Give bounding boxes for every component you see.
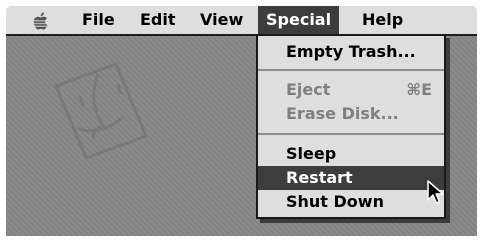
- menu-item-sleep[interactable]: Sleep: [258, 142, 444, 166]
- special-menu-dropdown: Empty Trash... Eject ⌘E Erase Disk... Sl…: [256, 34, 446, 219]
- menu-item-label: Restart: [286, 168, 353, 187]
- menu-view[interactable]: View: [194, 6, 249, 34]
- menu-special[interactable]: Special: [258, 6, 340, 34]
- menu-file[interactable]: File: [76, 6, 121, 34]
- menu-item-label: Sleep: [286, 144, 337, 163]
- menu-bar: File Edit View Special Help: [6, 6, 477, 36]
- apple-icon[interactable]: [30, 10, 52, 32]
- menu-item-shortcut: ⌘E: [406, 80, 432, 99]
- menu-separator: [258, 133, 444, 135]
- menu-item-erase-disk[interactable]: Erase Disk...: [258, 102, 444, 126]
- menu-item-eject[interactable]: Eject ⌘E: [258, 78, 444, 102]
- menu-item-label: Shut Down: [286, 192, 384, 211]
- menu-separator: [258, 69, 444, 71]
- finder-face-icon: [54, 62, 148, 160]
- menu-help[interactable]: Help: [356, 6, 409, 34]
- menu-item-empty-trash[interactable]: Empty Trash...: [258, 40, 444, 64]
- desktop-screen: File Edit View Special Help Empty Trash.…: [6, 6, 477, 236]
- menu-item-shut-down[interactable]: Shut Down: [258, 190, 444, 214]
- menu-item-restart[interactable]: Restart: [258, 166, 444, 190]
- arrow-pointer-icon: [427, 180, 444, 204]
- menu-item-label: Eject: [286, 80, 331, 99]
- menu-item-label: Empty Trash...: [286, 42, 416, 61]
- menu-edit[interactable]: Edit: [134, 6, 182, 34]
- menu-item-label: Erase Disk...: [286, 104, 399, 123]
